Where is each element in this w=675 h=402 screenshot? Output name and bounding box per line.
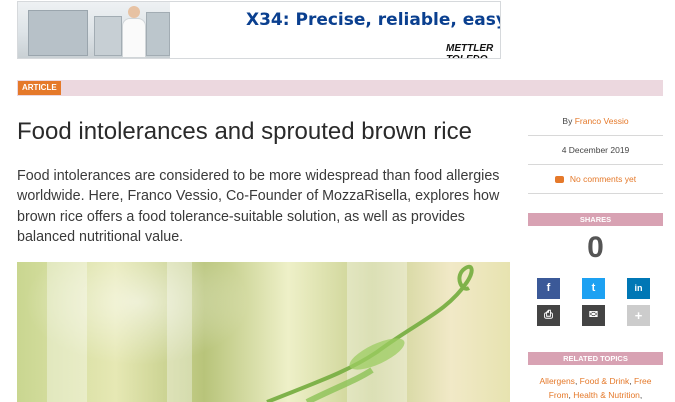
author-link[interactable]: Franco Vessio	[575, 116, 629, 126]
divider	[528, 193, 663, 194]
related-topic-link[interactable]: Allergens	[540, 376, 575, 386]
print-button[interactable]: ⎙	[537, 305, 560, 326]
comments-label: No comments yet	[569, 174, 637, 184]
print-icon: ⎙	[544, 309, 553, 321]
facebook-icon: f	[546, 282, 551, 294]
author-prefix: By	[562, 116, 575, 126]
category-bar: ARTICLE	[17, 80, 663, 96]
linkedin-icon: in	[634, 283, 643, 293]
category-tag[interactable]: ARTICLE	[18, 81, 61, 95]
banner-machine-image	[28, 10, 88, 56]
related-topic-link[interactable]: Food & Drink	[580, 376, 630, 386]
article-lead: Food intolerances are considered to be m…	[17, 168, 500, 245]
related-topic-link[interactable]: Health & Nutrition	[573, 390, 640, 400]
facebook-share-button[interactable]: f	[537, 278, 560, 299]
linkedin-share-button[interactable]: in	[627, 278, 650, 299]
article-title: Food intolerances and sprouted brown ric…	[17, 118, 472, 145]
hero-image	[17, 262, 510, 402]
comment-icon	[554, 176, 564, 183]
banner-tagline: X34: Precise, reliable, easy-to-use	[246, 10, 500, 30]
twitter-icon: t	[591, 282, 596, 294]
email-share-button[interactable]: ✉	[582, 305, 605, 326]
banner-machine-image	[146, 12, 170, 56]
publish-date: 4 December 2019	[561, 145, 630, 155]
banner-machine-image	[94, 16, 122, 56]
author-line: By Franco Vessio	[528, 116, 663, 126]
related-topics-list: Allergens, Food & Drink, Free From, Heal…	[539, 376, 652, 400]
divider	[528, 135, 663, 136]
shares-count: 0	[587, 231, 604, 264]
divider	[528, 164, 663, 165]
twitter-share-button[interactable]: t	[582, 278, 605, 299]
shares-heading: SHARES	[528, 213, 663, 226]
banner-photo	[18, 2, 170, 58]
banner-brand-logo: METTLER TOLEDO	[446, 43, 494, 58]
sprout-illustration	[266, 264, 474, 402]
banner-person-image	[122, 6, 146, 58]
plus-icon: +	[634, 308, 643, 323]
more-share-button[interactable]: +	[627, 305, 650, 326]
comments-link[interactable]: No comments yet	[528, 174, 663, 184]
banner-ad[interactable]: X34: Precise, reliable, easy-to-use METT…	[17, 1, 501, 59]
related-topics-heading: RELATED TOPICS	[528, 352, 663, 365]
email-icon: ✉	[588, 309, 599, 321]
